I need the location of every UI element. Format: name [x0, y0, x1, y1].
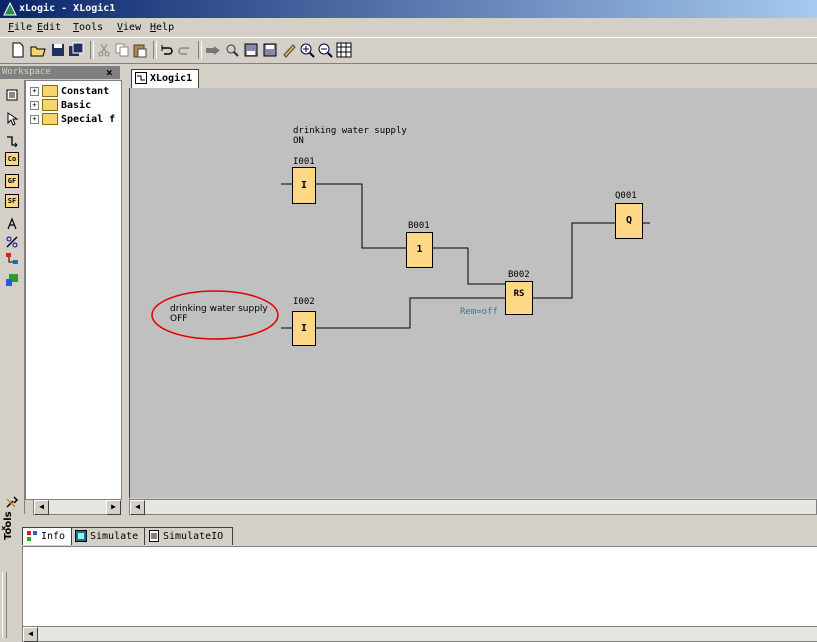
- save-icon[interactable]: [50, 42, 66, 58]
- block-b002[interactable]: RS: [505, 281, 533, 315]
- menu-tools[interactable]: Tools: [73, 18, 103, 37]
- xlogic-logo-icon: [3, 2, 17, 16]
- workspace-header: Workspace ×: [0, 66, 120, 79]
- diagram-canvas[interactable]: drinking water supply ON I001 I B001 1 B…: [129, 88, 817, 498]
- download-icon[interactable]: [262, 42, 278, 58]
- block-label-b001: B001: [408, 221, 430, 231]
- workspace-hscrollbar[interactable]: ◀ ▶: [33, 499, 121, 515]
- menu-bar: File Edit Tools View Help: [0, 18, 817, 38]
- output-area[interactable]: [22, 546, 817, 628]
- text-icon[interactable]: [5, 217, 19, 231]
- connect-icon[interactable]: [5, 135, 19, 149]
- co-icon[interactable]: Co: [5, 152, 19, 166]
- expand-icon[interactable]: +: [30, 86, 39, 96]
- block-label-i002: I002: [293, 297, 315, 307]
- block-label-b002: B002: [508, 270, 530, 280]
- grid-icon[interactable]: [336, 42, 352, 58]
- folder-icon: [42, 85, 58, 97]
- scroll-left-icon[interactable]: ◀: [130, 500, 145, 515]
- block-b001[interactable]: 1: [406, 232, 433, 268]
- block-i002[interactable]: I: [292, 311, 316, 346]
- expand-icon[interactable]: +: [30, 100, 39, 110]
- select-icon[interactable]: [5, 112, 19, 126]
- tab-info[interactable]: Info: [22, 527, 72, 545]
- scroll-left-icon[interactable]: ◀: [34, 500, 49, 515]
- tab-simulateio[interactable]: SimulateIO: [144, 527, 233, 545]
- block-label-q001: Q001: [615, 191, 637, 201]
- new-icon[interactable]: [10, 42, 26, 58]
- document-icon: [149, 530, 159, 542]
- menu-edit[interactable]: Edit: [37, 18, 61, 37]
- label-off-text: drinking water supply: [170, 304, 268, 314]
- gripper-bar: [2, 572, 7, 638]
- tab-simulate[interactable]: Simulate: [71, 527, 145, 545]
- label-off-state: OFF: [170, 314, 188, 324]
- cut-icon[interactable]: [96, 42, 112, 58]
- simulate-icon[interactable]: [5, 273, 19, 287]
- tree-item-special[interactable]: + Special f: [30, 113, 115, 127]
- bottom-panel-gripper[interactable]: ×: [0, 520, 8, 640]
- expand-icon[interactable]: +: [30, 114, 39, 124]
- transfer-icon[interactable]: [224, 42, 240, 58]
- open-icon[interactable]: [30, 42, 46, 58]
- save-all-icon[interactable]: [68, 42, 84, 58]
- wire-b001-b002: [433, 247, 505, 285]
- zoom-out-icon[interactable]: [317, 42, 333, 58]
- wire-i001-b001: [314, 183, 406, 249]
- diagram-wires: [151, 183, 650, 340]
- upload-icon[interactable]: [243, 42, 259, 58]
- toolbar: [0, 38, 817, 64]
- label-on-text: drinking water supply: [293, 126, 407, 136]
- pen-icon[interactable]: [281, 42, 297, 58]
- workspace-title: Workspace: [2, 67, 51, 77]
- tree-item-basic[interactable]: + Basic: [30, 99, 91, 113]
- scroll-right-icon[interactable]: ▶: [106, 500, 121, 515]
- title-bar: xLogic - XLogic1: [0, 0, 817, 18]
- bottom-panel: Info Simulate SimulateIO ◀: [8, 525, 817, 642]
- tab-xlogic1[interactable]: XLogic1: [131, 69, 199, 88]
- wrench-icon[interactable]: [5, 495, 19, 509]
- tree-item-constant[interactable]: + Constant: [30, 85, 109, 99]
- menu-file[interactable]: File: [8, 18, 32, 37]
- undo-icon[interactable]: [158, 42, 174, 58]
- folder-icon: [42, 113, 58, 125]
- wire-b002-q001: [532, 222, 615, 299]
- block-remark-b002: Rem=off: [460, 307, 498, 317]
- canvas-hscrollbar[interactable]: ◀: [129, 499, 817, 515]
- close-icon[interactable]: ×: [1, 524, 6, 534]
- tools-strip: Co GF SF Tools: [0, 80, 25, 540]
- cut-line-icon[interactable]: [5, 235, 19, 249]
- block-i001[interactable]: I: [292, 167, 316, 204]
- simulate-icon: [75, 530, 87, 542]
- blocks-icon[interactable]: [5, 88, 19, 102]
- folder-icon: [42, 99, 58, 111]
- copy-icon[interactable]: [114, 42, 130, 58]
- workspace-tree: + Constant + Basic + Special f: [25, 80, 122, 500]
- label-on-state: ON: [293, 136, 304, 146]
- menu-view[interactable]: View: [117, 18, 141, 37]
- network-icon[interactable]: [5, 252, 19, 266]
- block-label-i001: I001: [293, 157, 315, 167]
- sf-icon[interactable]: SF: [5, 194, 19, 208]
- info-icon: [27, 531, 37, 541]
- gf-icon[interactable]: GF: [5, 174, 19, 188]
- paste-icon[interactable]: [132, 42, 148, 58]
- diagram-icon: [135, 72, 147, 84]
- zoom-in-icon[interactable]: [299, 42, 315, 58]
- menu-help[interactable]: Help: [150, 18, 174, 37]
- workspace-close-button[interactable]: ×: [106, 66, 113, 79]
- redo-icon[interactable]: [177, 42, 193, 58]
- simulate-icon[interactable]: [205, 42, 221, 58]
- window-title: xLogic - XLogic1: [19, 3, 116, 14]
- block-q001[interactable]: Q: [615, 203, 643, 239]
